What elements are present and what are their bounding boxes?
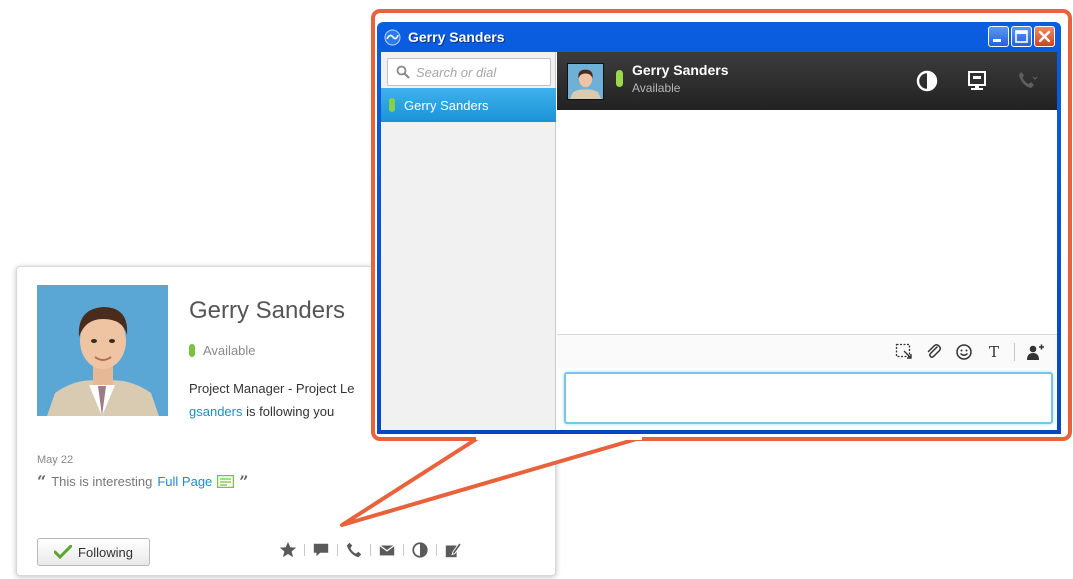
mail-icon[interactable] xyxy=(376,540,398,560)
available-indicator xyxy=(616,70,623,87)
contact-name: Gerry Sanders xyxy=(404,97,489,113)
minimize-icon xyxy=(993,39,1001,42)
avatar[interactable] xyxy=(567,63,604,100)
screen-share-icon xyxy=(968,71,986,90)
divider xyxy=(403,544,404,556)
contrast-button[interactable] xyxy=(909,66,945,96)
maximize-icon xyxy=(1015,30,1028,43)
phone-icon[interactable] xyxy=(343,540,365,560)
app-logo-icon xyxy=(384,29,401,45)
search-icon xyxy=(396,65,410,79)
following-button[interactable]: Following xyxy=(37,538,150,566)
card-actions xyxy=(277,539,464,561)
emoticon-button[interactable] xyxy=(952,341,976,363)
search-input[interactable] xyxy=(416,64,546,80)
close-quote-icon: ” xyxy=(239,472,249,491)
add-participant-button[interactable] xyxy=(1023,341,1047,363)
post-quote: “ This is interesting Full Page ” xyxy=(37,472,249,491)
post-date: May 22 xyxy=(37,454,74,466)
window-controls xyxy=(988,26,1055,47)
title-bar[interactable]: Gerry Sanders xyxy=(377,22,1061,52)
available-indicator xyxy=(389,98,395,112)
checkmark-icon xyxy=(54,545,73,559)
profile-role: Project Manager - Project Le xyxy=(189,381,355,396)
chat-window: Gerry Sanders Search or dial Gerry Sande… xyxy=(377,22,1061,434)
contacts-pane: Gerry Sanders xyxy=(381,52,556,430)
star-icon[interactable] xyxy=(277,540,299,560)
open-quote-icon: “ xyxy=(37,472,47,491)
conversation-header: Gerry Sanders Available xyxy=(557,52,1057,110)
screen-share-button[interactable] xyxy=(959,66,995,96)
contact-item-gerry-sanders[interactable]: Gerry Sanders xyxy=(381,88,556,122)
document-icon[interactable] xyxy=(217,475,235,488)
divider xyxy=(436,544,437,556)
stage: Gerry Sanders Available Project Manager … xyxy=(0,0,1073,579)
edit-icon[interactable] xyxy=(442,540,464,560)
close-button[interactable] xyxy=(1034,26,1055,47)
profile-status: Available xyxy=(189,343,256,358)
message-history[interactable] xyxy=(557,110,1057,334)
window-title: Gerry Sanders xyxy=(408,29,505,45)
following-label: Following xyxy=(78,544,133,560)
compose-toolbar: T xyxy=(557,334,1057,368)
chat-icon[interactable] xyxy=(310,540,332,560)
profile-name: Gerry Sanders xyxy=(189,297,346,324)
window-client-area: Gerry Sanders Gerry Sanders xyxy=(381,52,1057,430)
profile-username-link[interactable]: gsanders xyxy=(189,404,242,419)
contrast-icon xyxy=(916,70,938,92)
call-button[interactable] xyxy=(1009,66,1045,96)
contrast-icon[interactable] xyxy=(409,540,431,560)
text-format-button[interactable]: T xyxy=(982,341,1006,363)
profile-follow-line: gsanders is following you xyxy=(189,404,334,419)
search-field[interactable] xyxy=(387,58,551,86)
attach-button[interactable] xyxy=(922,341,946,363)
divider xyxy=(304,544,305,556)
phone-icon xyxy=(1019,72,1038,88)
quote-text: This is interesting xyxy=(51,474,153,489)
close-icon xyxy=(1038,30,1051,43)
divider xyxy=(337,544,338,556)
divider xyxy=(370,544,371,556)
maximize-button[interactable] xyxy=(1011,26,1032,47)
full-page-link[interactable]: Full Page xyxy=(157,474,212,489)
attach-icon xyxy=(927,343,941,358)
available-indicator xyxy=(189,344,195,357)
conversation-pane: Gerry Sanders Available T xyxy=(557,52,1057,430)
contact-header-name: Gerry Sanders xyxy=(632,62,729,78)
screen-capture-icon xyxy=(895,343,912,359)
profile-photo xyxy=(37,285,168,416)
screen-capture-button[interactable] xyxy=(892,341,916,363)
profile-status-text: Available xyxy=(203,343,256,358)
divider xyxy=(1014,342,1015,361)
emoticon-icon xyxy=(956,343,972,360)
message-compose-box[interactable] xyxy=(564,372,1053,424)
follow-text: is following you xyxy=(242,404,335,419)
minimize-button[interactable] xyxy=(988,26,1009,47)
add-participant-icon xyxy=(1027,344,1044,360)
header-actions xyxy=(909,66,1045,96)
contact-header-status: Available xyxy=(632,81,681,95)
message-input[interactable] xyxy=(566,374,1051,422)
